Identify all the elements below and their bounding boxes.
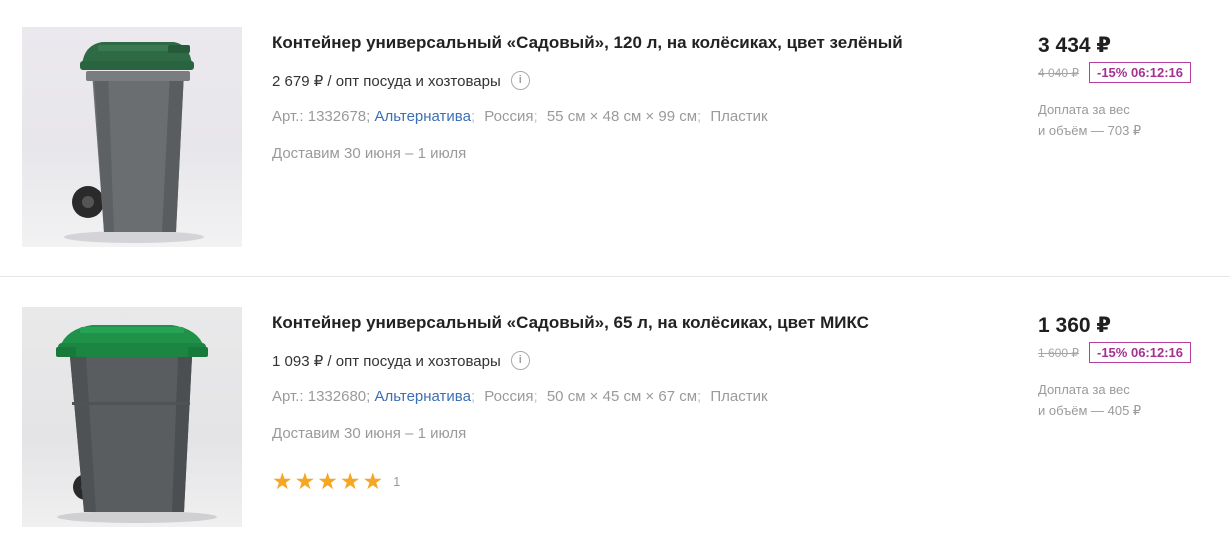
brand-link[interactable]: Альтернатива (374, 108, 470, 125)
old-price: 1 600 ₽ (1038, 345, 1079, 360)
bin-65-illustration (56, 325, 217, 523)
surcharge-note: Доплата за вес и объём — 405 ₽ (1038, 379, 1141, 421)
surcharge-line-2: и объём — 703 ₽ (1038, 123, 1142, 138)
wholesale-price-text: 1 093 ₽ / опт посуда и хозтовары (272, 352, 501, 370)
rating-count: 1 (393, 473, 401, 489)
bin-120-illustration (64, 42, 204, 243)
brand-link[interactable]: Альтернатива (374, 388, 470, 405)
wholesale-price-text: 2 679 ₽ / опт посуда и хозтовары (272, 72, 501, 90)
price-discount-row: 4 040 ₽ -15% 06:12:16 (1038, 62, 1191, 83)
product-title[interactable]: Контейнер универсальный «Садовый», 65 л,… (272, 313, 869, 333)
product-specs: Арт.: 1332680; Альтернатива; Россия; 50 … (272, 388, 768, 405)
product-specs: Арт.: 1332678; Альтернатива; Россия; 55 … (272, 108, 768, 125)
info-icon[interactable]: i (510, 71, 530, 90)
star-icon: ★ (317, 468, 338, 494)
product-card: Контейнер универсальный «Садовый», 65 л,… (0, 277, 1230, 545)
article-number: Арт.: 1332680; (272, 388, 371, 405)
country: Россия (484, 108, 534, 125)
product-title[interactable]: Контейнер универсальный «Садовый», 120 л… (272, 33, 903, 53)
product-image[interactable] (22, 27, 242, 247)
rating[interactable]: ★ ★ ★ ★ ★ 1 (272, 468, 401, 494)
article-number: Арт.: 1332678; (272, 108, 371, 125)
star-icon: ★ (362, 468, 384, 494)
star-icon: ★ (272, 468, 293, 494)
wholesale-price: 1 093 ₽ / опт посуда и хозтовары i (272, 351, 530, 370)
star-icon: ★ (294, 468, 316, 494)
wholesale-price: 2 679 ₽ / опт посуда и хозтовары i (272, 71, 530, 90)
delivery-date: Доставим 30 июня – 1 июля (272, 145, 467, 162)
surcharge-note: Доплата за вес и объём — 703 ₽ (1038, 99, 1141, 141)
material: Пластик (710, 388, 768, 405)
current-price: 3 434 ₽ (1038, 34, 1111, 57)
old-price: 4 040 ₽ (1038, 65, 1079, 80)
delivery-date: Доставим 30 июня – 1 июля (272, 425, 467, 442)
discount-badge: -15% 06:12:16 (1089, 62, 1191, 83)
current-price: 1 360 ₽ (1038, 314, 1111, 337)
surcharge-line-1: Доплата за вес (1038, 382, 1130, 397)
info-icon[interactable]: i (510, 351, 530, 370)
price-discount-row: 1 600 ₽ -15% 06:12:16 (1038, 342, 1191, 363)
product-image[interactable] (22, 307, 242, 527)
star-icon: ★ (339, 468, 361, 494)
surcharge-line-1: Доплата за вес (1038, 102, 1130, 117)
product-card: Контейнер универсальный «Садовый», 120 л… (0, 0, 1230, 277)
discount-badge: -15% 06:12:16 (1089, 342, 1191, 363)
dimensions: 55 см × 48 см × 99 см (546, 108, 698, 125)
surcharge-line-2: и объём — 405 ₽ (1038, 403, 1142, 418)
material: Пластик (710, 108, 768, 125)
country: Россия (484, 388, 534, 405)
dimensions: 50 см × 45 см × 67 см (546, 388, 698, 405)
